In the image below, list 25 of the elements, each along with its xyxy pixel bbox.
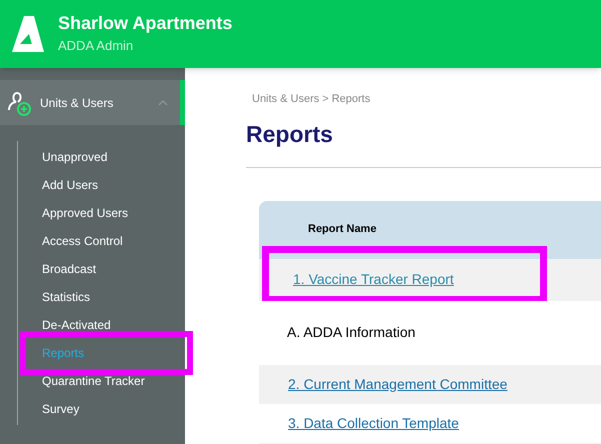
report-link[interactable]: 1. Vaccine Tracker Report [293, 269, 454, 290]
logo-icon [10, 14, 46, 54]
report-group-label: A. ADDA Information [287, 323, 416, 342]
user-add-icon [6, 90, 32, 116]
breadcrumb-item[interactable]: Units & Users [252, 91, 320, 108]
sidebar-item[interactable]: Approved Users [42, 204, 128, 222]
sidebar-item[interactable]: Survey [42, 400, 80, 418]
page-title: Reports [246, 120, 334, 148]
sidebar-section[interactable]: Units & Users [0, 80, 185, 125]
column-header: Report Name [308, 222, 376, 238]
breadcrumb-item: Reports [332, 92, 370, 107]
report-link[interactable]: 2. Current Management Committee [288, 374, 508, 394]
sidebar-item[interactable]: Add Users [42, 176, 98, 194]
sidebar-item[interactable]: Broadcast [42, 260, 96, 278]
app-title: Sharlow Apartments [58, 12, 232, 34]
breadcrumb-separator: > [322, 92, 329, 107]
chevron-icon [158, 100, 168, 106]
sidebar-item[interactable]: Quarantine Tracker [42, 372, 145, 390]
section-label: Units & Users [40, 94, 114, 112]
sidebar-item[interactable]: Access Control [42, 232, 123, 250]
report-link[interactable]: 3. Data Collection Template [288, 412, 459, 434]
sidebar-item[interactable]: De-Activated [42, 316, 111, 334]
app-subtitle: ADDA Admin [58, 37, 134, 55]
sidebar-item[interactable]: Statistics [42, 288, 90, 306]
sidebar-item[interactable]: Unapproved [42, 148, 108, 166]
